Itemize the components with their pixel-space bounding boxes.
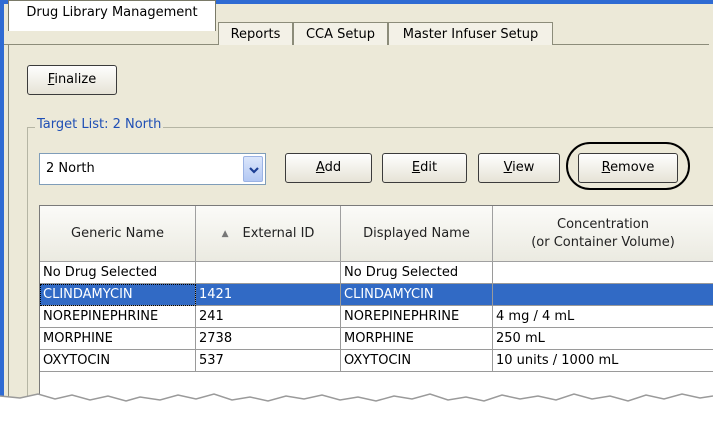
- cell-generic-name: CLINDAMYCIN: [40, 284, 196, 306]
- column-header-label: Displayed Name: [363, 225, 470, 241]
- view-label: iew: [512, 160, 535, 175]
- tab-label: Master Infuser Setup: [402, 27, 539, 42]
- sort-ascending-icon: ▲: [221, 228, 229, 239]
- table-row[interactable]: NOREPINEPHRINE 241 NOREPINEPHRINE 4 mg /…: [40, 306, 713, 328]
- finalize-button[interactable]: Finalize: [27, 65, 117, 95]
- dropdown-arrow-button[interactable]: [243, 156, 263, 182]
- target-list-dropdown[interactable]: 2 North: [39, 153, 266, 185]
- cell-external-id: 537: [196, 350, 341, 372]
- cell-generic-name: MORPHINE: [40, 328, 196, 350]
- edit-label: dit: [420, 160, 438, 175]
- add-label: dd: [324, 160, 342, 175]
- edit-button[interactable]: Edit: [382, 153, 467, 183]
- cell-generic-name: OXYTOCIN: [40, 350, 196, 372]
- cell-displayed-name: No Drug Selected: [341, 262, 493, 284]
- view-mnemonic: V: [503, 160, 513, 175]
- dropdown-value: 2 North: [46, 161, 95, 176]
- tab-drug-library-management[interactable]: Drug Library Management: [8, 0, 216, 31]
- table-row[interactable]: No Drug Selected No Drug Selected: [40, 262, 713, 284]
- table-row[interactable]: OXYTOCIN 537 OXYTOCIN 10 units / 1000 mL: [40, 350, 713, 372]
- cell-external-id: 1421: [196, 284, 341, 306]
- add-mnemonic: A: [315, 160, 325, 175]
- column-header-label: Generic Name: [71, 225, 164, 241]
- cell-concentration: 10 units / 1000 mL: [493, 350, 713, 372]
- cell-external-id: 2738: [196, 328, 341, 350]
- tab-label: CCA Setup: [305, 27, 376, 42]
- view-button[interactable]: View: [478, 153, 560, 183]
- cell-generic-name: No Drug Selected: [40, 262, 196, 284]
- cell-displayed-name: MORPHINE: [341, 328, 493, 350]
- cell-concentration: [493, 284, 713, 306]
- finalize-label: inalize: [54, 72, 97, 87]
- column-header-concentration[interactable]: Concentration (or Container Volume): [493, 206, 713, 262]
- cell-concentration: 4 mg / 4 mL: [493, 306, 713, 328]
- cell-external-id: 241: [196, 306, 341, 328]
- cell-displayed-name: CLINDAMYCIN: [341, 284, 493, 306]
- column-header-label: Concentration: [557, 216, 649, 232]
- table-row-selected[interactable]: CLINDAMYCIN 1421 CLINDAMYCIN: [40, 284, 713, 306]
- column-header-external-id[interactable]: ▲ External ID: [196, 206, 341, 262]
- column-header-displayed-name[interactable]: Displayed Name: [341, 206, 493, 262]
- tab-label: Drug Library Management: [26, 5, 198, 20]
- screenshot-frame: Drug Library Management Reports CCA Setu…: [0, 0, 713, 424]
- cell-concentration: [493, 262, 713, 284]
- cell-generic-name: NOREPINEPHRINE: [40, 306, 196, 328]
- remove-callout-circle: [566, 142, 690, 190]
- target-list-label: Target List: 2 North: [35, 117, 164, 132]
- column-header-sublabel: (or Container Volume): [531, 234, 675, 250]
- table-row[interactable]: MORPHINE 2738 MORPHINE 250 mL: [40, 328, 713, 350]
- column-header-generic-name[interactable]: Generic Name: [40, 206, 196, 262]
- cell-concentration: 250 mL: [493, 328, 713, 350]
- cell-external-id: [196, 262, 341, 284]
- chevron-down-icon: [249, 167, 259, 174]
- torn-edge-decoration: [0, 393, 713, 424]
- tab-label: Reports: [230, 27, 281, 42]
- cell-displayed-name: NOREPINEPHRINE: [341, 306, 493, 328]
- add-button[interactable]: Add: [285, 153, 372, 183]
- cell-displayed-name: OXYTOCIN: [341, 350, 493, 372]
- column-header-label: External ID: [242, 225, 315, 241]
- edit-mnemonic: E: [411, 160, 421, 175]
